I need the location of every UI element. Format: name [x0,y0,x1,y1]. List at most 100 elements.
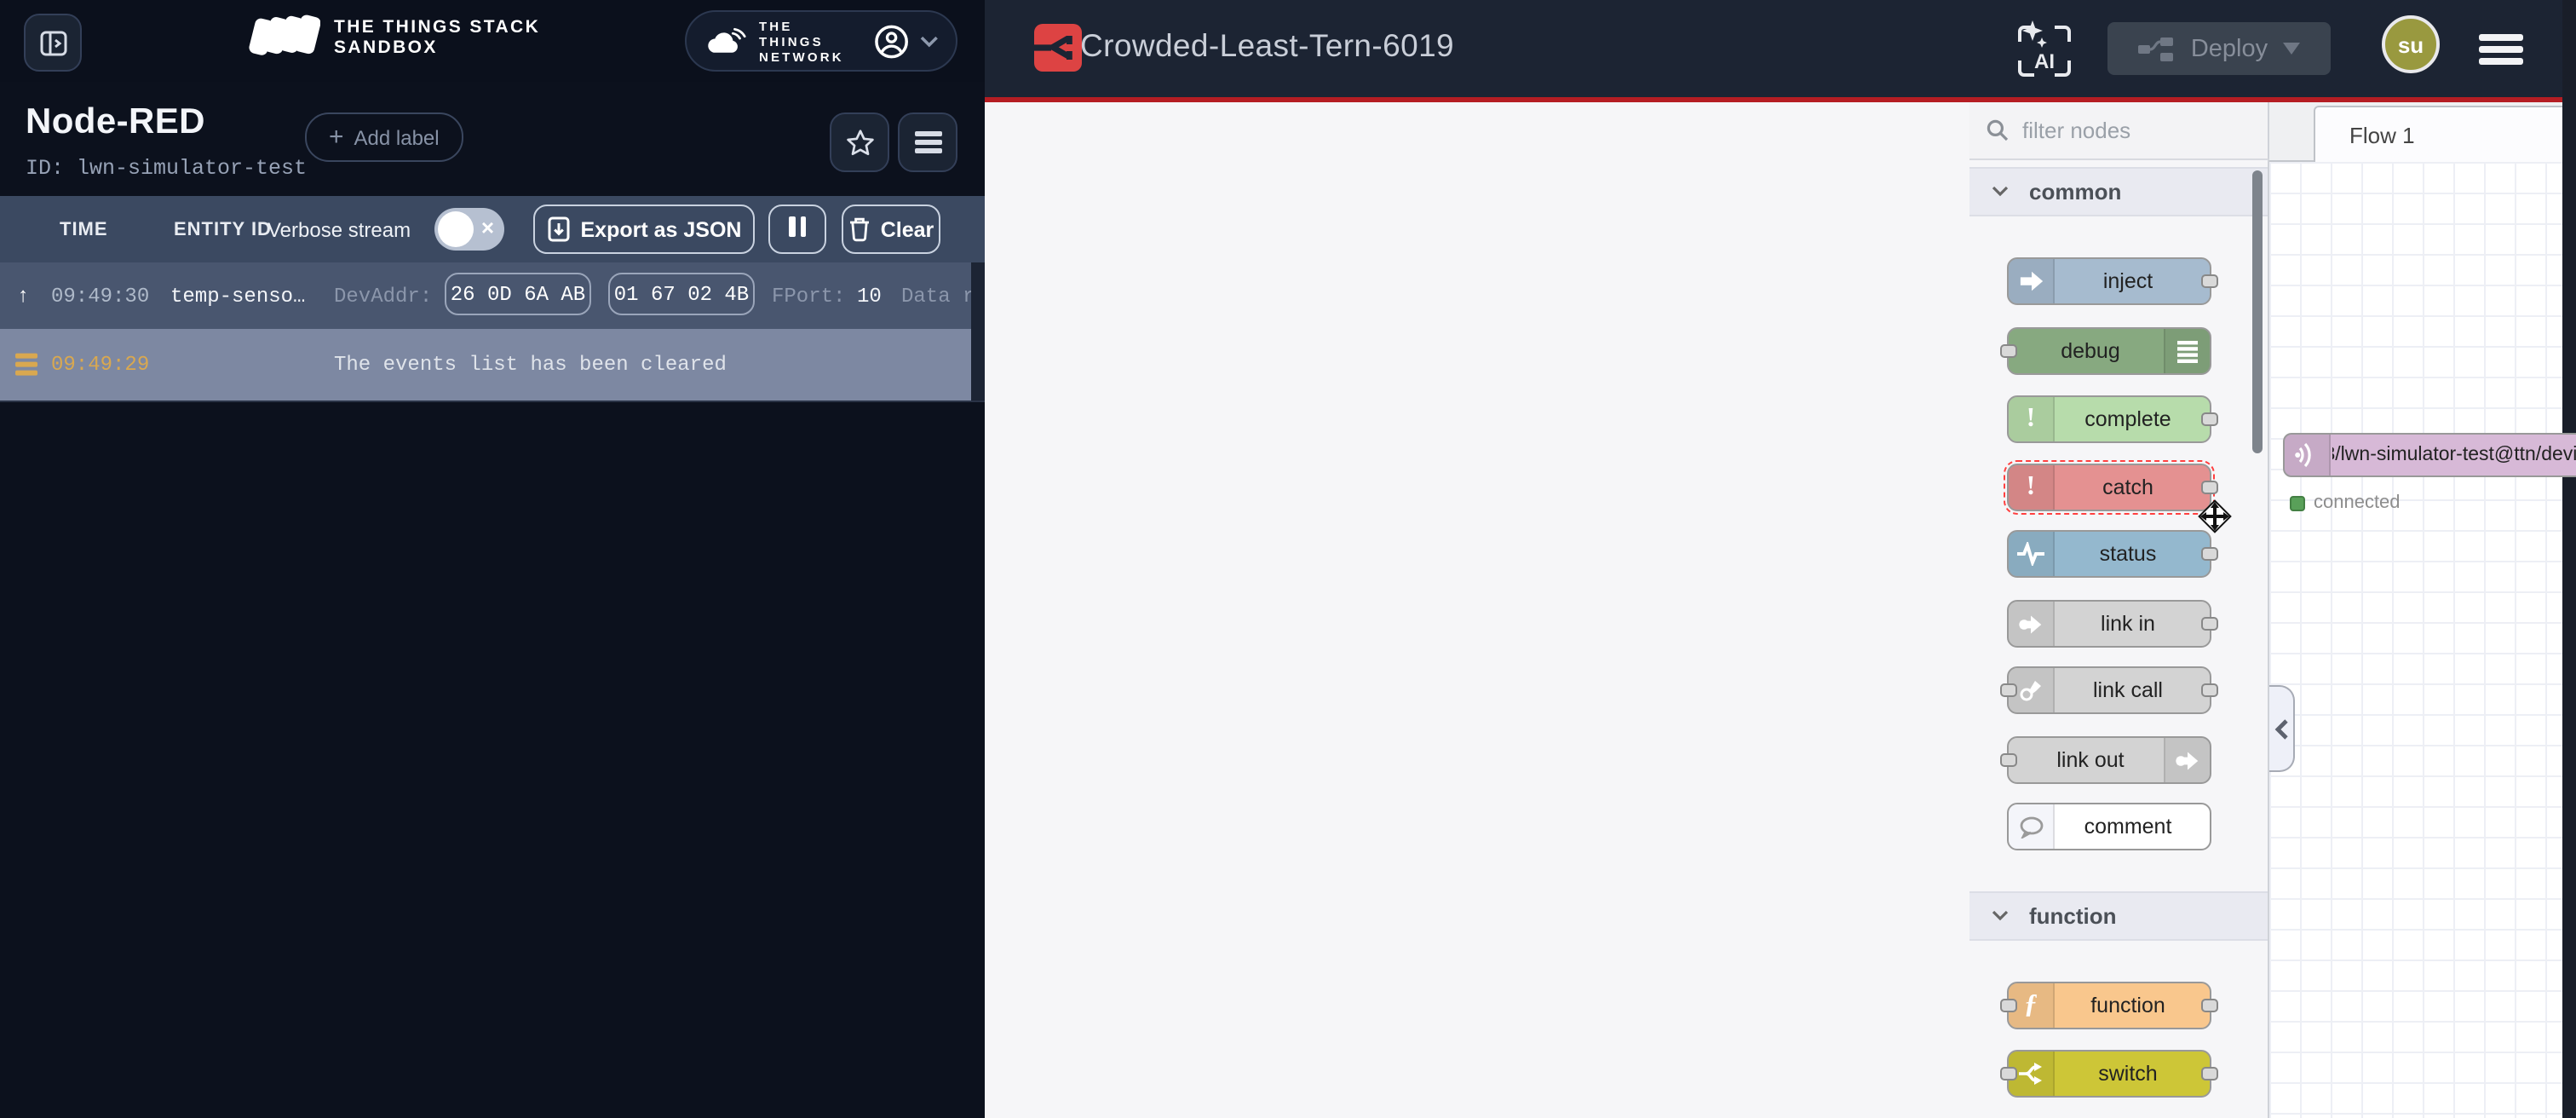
brand-line2: SANDBOX [334,37,540,58]
verbose-stream-toggle[interactable]: × [434,208,504,251]
pause-icon [786,216,808,242]
palette-node-debug[interactable]: debug [2007,327,2211,375]
nodered-logo [1034,24,1082,72]
hamburger-icon [2479,35,2523,65]
deploy-chevron-icon [2283,43,2300,55]
palette-scrollbar[interactable] [2252,170,2263,453]
export-json-button[interactable]: Export as JSON [533,205,755,254]
hamburger-icon [914,127,941,157]
clear-events-button[interactable]: Clear [842,205,940,254]
palette-node-function[interactable]: ƒ function [2007,982,2211,1029]
palette-node-link-out[interactable]: link out [2007,736,2211,784]
node-output-port[interactable] [2201,683,2218,697]
node-label: catch [2053,465,2203,510]
tts-title-row: Node-RED ID: lwn-simulator-test + Add la… [0,82,985,196]
cloud-icon [704,25,747,57]
node-input-port[interactable] [2000,1067,2017,1081]
node-output-port[interactable] [2201,481,2218,494]
section-label: common [2029,179,2121,205]
star-icon [844,127,875,158]
chevron-left-icon [2274,718,2288,739]
event-row-uplink[interactable]: ↑ 09:49:30 temp-senso… DevAddr: 26 0D 6A… [0,262,985,331]
chevron-down-icon [920,35,939,47]
mqtt-signal-icon [2295,441,2319,469]
flow-window-title: Crowded-Least-Tern-6019 [1080,27,1454,65]
network-line1: THE THINGS [759,18,861,49]
brand-line1: THE THINGS STACK [334,17,540,37]
user-avatar[interactable]: su [2382,15,2440,73]
ai-label: AI [2034,50,2055,73]
node-label: link out [2015,738,2165,782]
node-output-port[interactable] [2201,547,2218,561]
event-row-cleared[interactable]: 09:49:29 The events list has been cleare… [0,329,985,402]
palette-node-link-call[interactable]: link call [2007,666,2211,714]
debug-icon [2176,339,2199,363]
add-label-button[interactable]: + Add label [305,112,463,162]
link-call-icon [2019,678,2043,702]
exclamation-icon: ! [2009,465,2055,510]
event-message: The events list has been cleared [334,353,727,377]
sidebar-toggle-button[interactable] [24,14,82,72]
verbose-stream-label: Verbose stream [267,217,411,241]
user-circle-icon [873,23,908,59]
tab-flow1[interactable]: Flow 1 [2314,106,2576,164]
screen-edge-strip [2562,0,2576,1118]
palette-node-complete[interactable]: ! complete [2007,395,2211,443]
nodered-header: Crowded-Least-Tern-6019 AI [985,0,2576,102]
panel-collapse-icon [38,28,67,57]
node-output-port[interactable] [2201,1067,2218,1081]
add-label-text: Add label [354,125,440,149]
node-input-port[interactable] [2000,683,2017,697]
main-menu-button[interactable] [2479,29,2523,71]
node-input-port[interactable] [2000,344,2017,358]
tts-brand: THE THINGS STACK SANDBOX [249,12,540,63]
deploy-nodes-icon [2138,35,2176,62]
move-cursor [2196,498,2234,535]
avatar-initials: su [2398,32,2424,57]
palette-node-link-in[interactable]: link in [2007,600,2211,648]
pause-stream-button[interactable] [768,205,826,254]
node-label: v3/lwn-simulator-test@ttn/devices/+/up [2332,435,2576,475]
palette-node-status[interactable]: status [2007,530,2211,578]
node-label: function [2053,983,2203,1028]
palette-section-function[interactable]: function [1969,891,2268,941]
time-column-header: TIME [60,219,108,239]
entity-column-header: ENTITY ID [174,219,272,239]
tts-console-panel: THE THINGS STACK SANDBOX THE THINGS NETW… [0,0,985,1118]
application-id: ID: lwn-simulator-test [26,157,307,181]
devaddr-label: DevAddr: [334,284,432,308]
palette-node-comment[interactable]: comment [2007,803,2211,850]
status-text: connected [2314,493,2401,513]
deploy-button[interactable]: Deploy [2107,22,2331,75]
app-menu-button[interactable] [898,112,957,172]
node-output-port[interactable] [2201,274,2218,288]
tts-header: THE THINGS STACK SANDBOX THE THINGS NETW… [0,0,985,84]
node-input-port[interactable] [2000,753,2017,767]
ai-assistant-button[interactable]: AI [2012,19,2077,84]
chevron-down-icon [1992,910,2009,922]
canvas-node-mqtt-in[interactable]: v3/lwn-simulator-test@ttn/devices/+/up [2283,433,2576,477]
palette-collapse-tab[interactable] [2269,685,2295,772]
node-label: inject [2053,259,2203,303]
devaddr-badge[interactable]: 26 0D 6A AB [445,273,591,315]
node-output-port[interactable] [2201,412,2218,426]
palette-section-common[interactable]: common [1969,167,2268,216]
sparkle-small-icon [2037,37,2047,48]
export-json-label: Export as JSON [581,217,742,241]
flow-tab-label: Flow 1 [2349,123,2415,148]
palette-node-switch[interactable]: switch [2007,1050,2211,1098]
node-label: debug [2015,329,2165,373]
events-scrollbar-track[interactable] [971,262,985,401]
network-switcher[interactable]: THE THINGS NETWORK [685,10,957,72]
favorite-button[interactable] [830,112,889,172]
node-output-port[interactable] [2201,999,2218,1012]
payload-badge[interactable]: 01 67 02 4B [608,273,755,315]
palette-search-input[interactable] [2019,116,2230,145]
palette-node-inject[interactable]: inject [2007,257,2211,305]
uplink-arrow-icon: ↑ [17,284,29,308]
flow-canvas[interactable]: v3/lwn-simulator-test@ttn/devices/+/up c… [2269,162,2576,1118]
plus-icon: + [329,124,344,150]
node-output-port[interactable] [2201,617,2218,631]
node-input-port[interactable] [2000,999,2017,1012]
palette-node-catch[interactable]: ! catch [2007,464,2211,511]
